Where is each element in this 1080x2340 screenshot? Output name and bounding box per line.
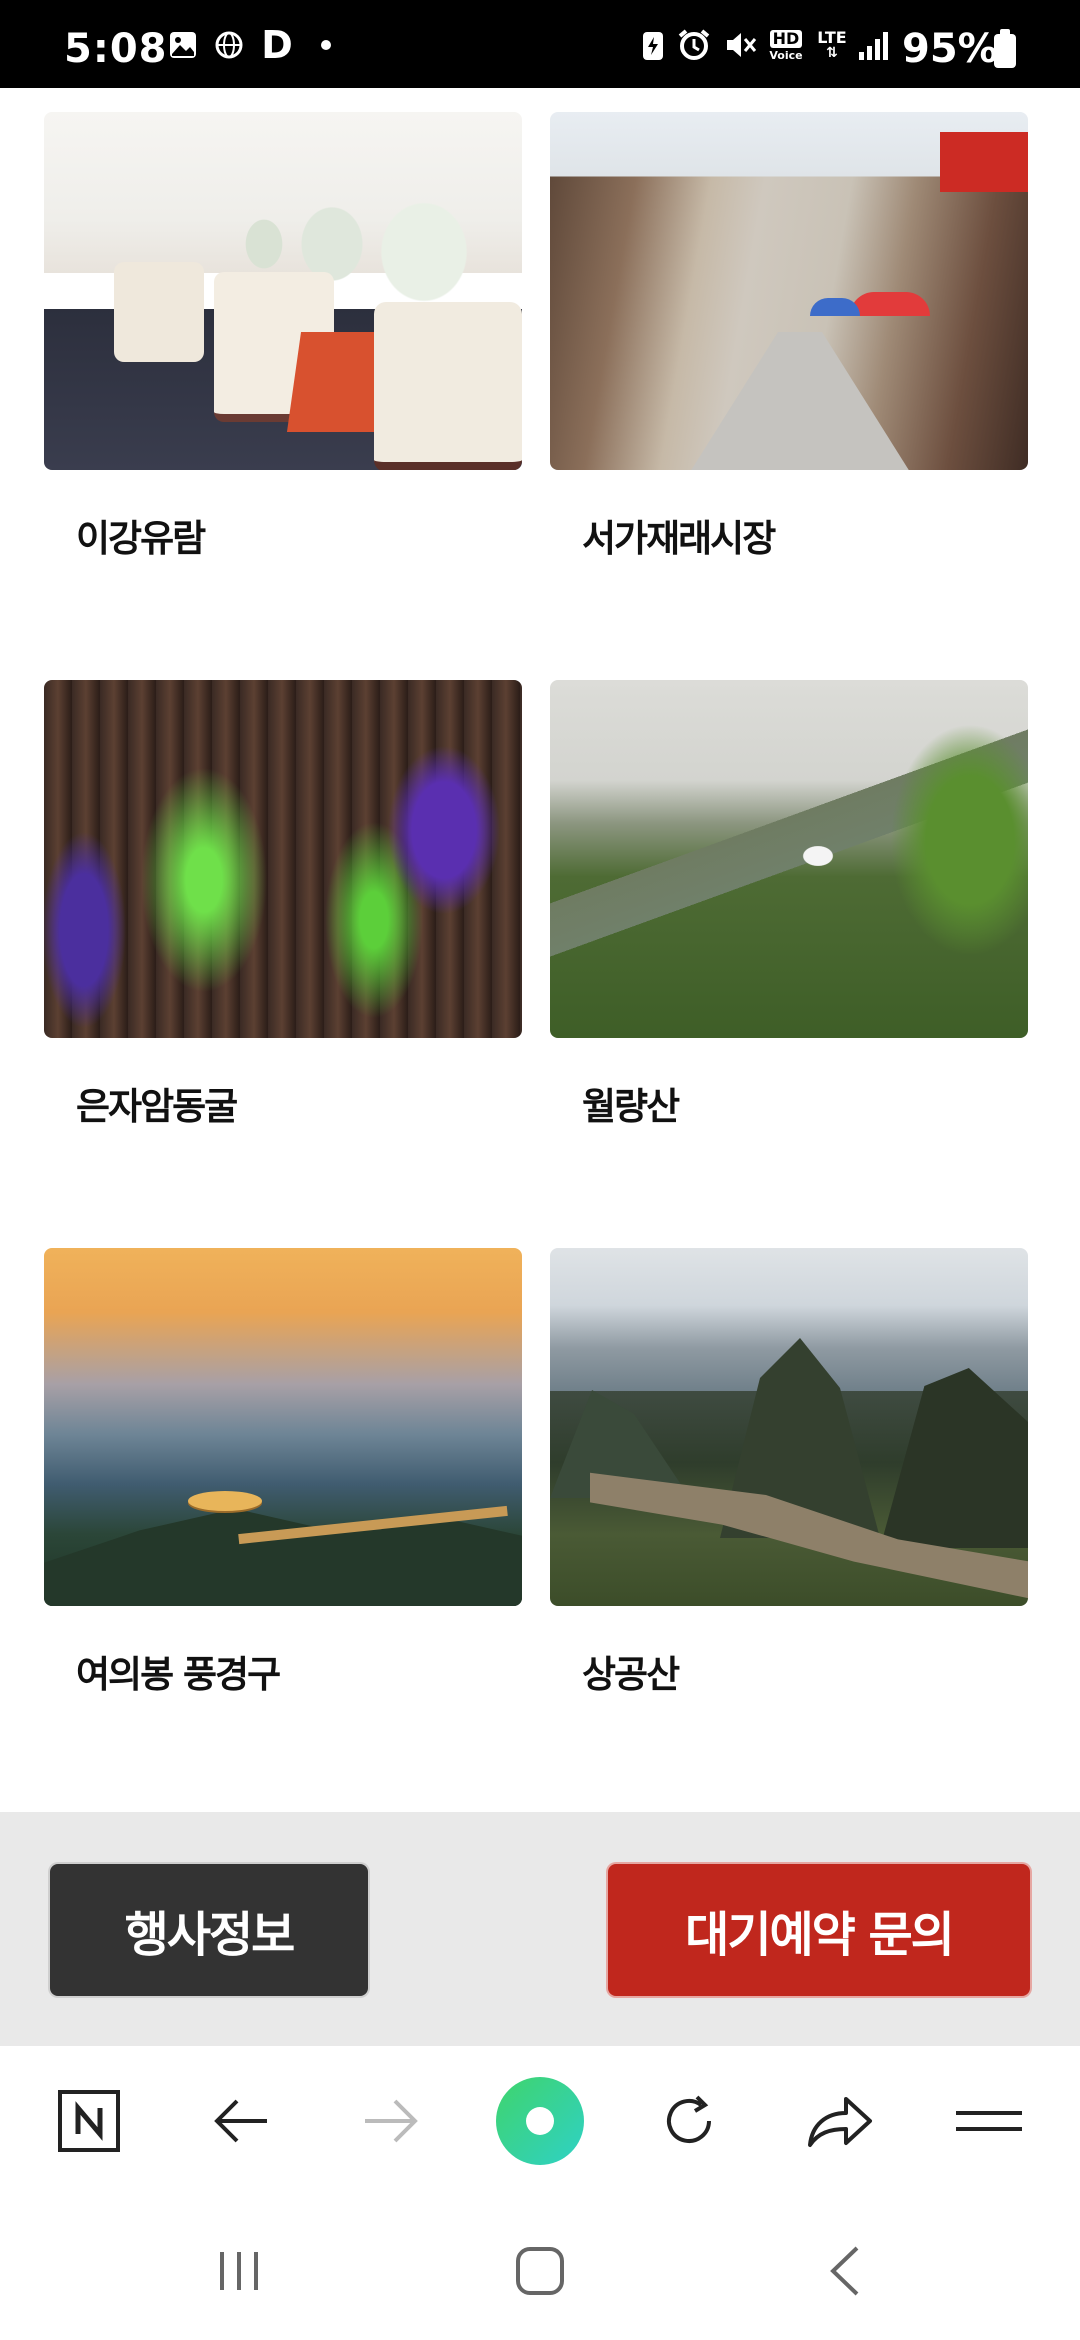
globe-icon [212,28,246,62]
hd-label: HD [769,29,803,48]
attraction-photo[interactable] [44,1248,522,1606]
attraction-title[interactable]: 이강유람 [76,508,206,562]
attraction-card[interactable]: 은자암동굴 [44,680,522,1128]
cta-bar: 행사정보 대기예약 문의 [0,1812,1080,2046]
battery-icon [994,29,1016,68]
attraction-title[interactable]: 여의봉 풍경구 [76,1644,281,1698]
attraction-title[interactable]: 서가재래시장 [582,508,776,562]
green-dot-icon[interactable] [495,2076,585,2166]
hd-voice-icon: HD Voice [766,28,806,62]
attraction-title[interactable]: 월량산 [582,1076,680,1130]
attraction-card[interactable]: 서가재래시장 [550,112,1028,560]
battery-percent: 95% [902,26,998,72]
system-nav-bar [0,2196,1080,2340]
nav-back-icon[interactable] [800,2226,890,2316]
battery-saver-icon [636,28,670,62]
menu-icon[interactable] [944,2076,1034,2166]
attraction-photo[interactable] [550,112,1028,470]
share-icon[interactable] [794,2076,884,2166]
attraction-photo[interactable] [44,112,522,470]
recent-apps-icon[interactable] [194,2226,284,2316]
forward-arrow-icon [346,2076,436,2166]
event-info-button[interactable]: 행사정보 [50,1864,368,1996]
voice-label: Voice [769,48,803,62]
d-app-icon: D [261,23,293,67]
waitlist-inquiry-button[interactable]: 대기예약 문의 [608,1864,1030,1996]
mute-icon [722,28,758,62]
status-time: 5:08 [64,26,168,72]
naver-home-icon[interactable] [44,2076,134,2166]
attraction-title[interactable]: 상공산 [582,1644,680,1698]
refresh-icon[interactable] [644,2076,734,2166]
gallery-icon [166,28,200,62]
attraction-card[interactable]: 이강유람 [44,112,522,560]
signal-icon [856,28,892,62]
attraction-photo[interactable] [44,680,522,1038]
attraction-title[interactable]: 은자암동굴 [76,1076,238,1130]
network-label: LTE [817,28,847,47]
attraction-photo[interactable] [550,1248,1028,1606]
attraction-photo[interactable] [550,680,1028,1038]
browser-toolbar [0,2046,1080,2196]
attraction-card[interactable]: 월량산 [550,680,1028,1128]
back-arrow-icon[interactable] [196,2076,286,2166]
alarm-icon [676,28,712,62]
lte-icon: LTE ⇅ [817,28,847,61]
status-bar: 5:08 D HD Voice LTE ⇅ 95% [0,0,1080,88]
attraction-card[interactable]: 상공산 [550,1248,1028,1696]
home-icon[interactable] [495,2226,585,2316]
dot-icon [316,28,336,62]
attraction-card[interactable]: 여의봉 풍경구 [44,1248,522,1696]
